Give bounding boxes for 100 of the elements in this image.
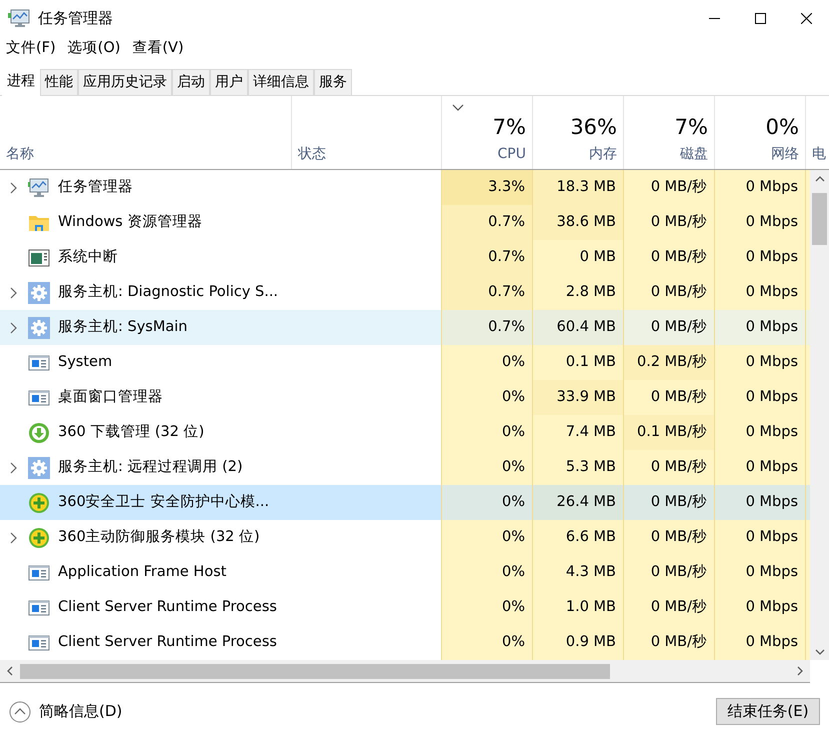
monitor-icon [28,176,50,198]
metric-cell: 0.7% [441,275,532,310]
metric-cell: 0 Mbps [714,625,805,660]
column-header[interactable]: 0% 网络 [714,96,805,169]
column-label: 状态 [298,145,326,164]
process-row[interactable]: Windows 资源管理器 0.7% 38.6 MB 0 MB/秒 0 Mbps [0,205,810,240]
process-name: 360主动防御服务模块 (32 位) [58,528,260,547]
metric-cell: 0 Mbps [714,310,805,345]
column-header[interactable]: 名称 [0,96,291,169]
metric-cell: 0 MB/秒 [623,555,714,590]
column-total: 7% [492,114,526,140]
metric-cell: 0 MB/秒 [623,310,714,345]
column-header[interactable]: 7% 磁盘 [623,96,714,169]
scrollbar-thumb[interactable] [812,193,827,245]
process-name: 服务主机: Diagnostic Policy S... [58,282,278,302]
process-row[interactable]: Client Server Runtime Process 0% 1.0 MB 0 MB/秒 0 Mbps [0,590,810,625]
horizontal-scrollbar[interactable] [0,660,810,683]
process-row[interactable]: Application Frame Host 0% 4.3 MB 0 MB/秒 0 Mbps [0,555,810,590]
process-row[interactable]: 360安全卫士 安全防护中心模... 0% 26.4 MB 0 MB/秒 0 Mbps [0,485,810,520]
process-name: 360安全卫士 安全防护中心模... [58,492,270,512]
metric-cell: 7.4 MB [532,415,623,450]
tab[interactable]: 性能 [40,69,78,95]
plus-circle-icon [28,526,50,548]
metric-cell: 0 Mbps [714,590,805,625]
metric-cell: 0% [441,485,532,520]
tab[interactable]: 用户 [210,69,248,95]
metric-cell: 1.0 MB [532,590,623,625]
metric-cell: 0.1 MB [532,345,623,380]
metric-cell: 0.1 MB/秒 [623,415,714,450]
metric-cell: 0% [441,415,532,450]
window-icon [28,246,50,268]
process-row[interactable]: 360 下载管理 (32 位) 0% 7.4 MB 0.1 MB/秒 0 Mbps [0,415,810,450]
metric-cell: 0% [441,625,532,660]
column-total: 36% [570,114,617,140]
left-chevron-icon [7,666,13,676]
metric-cell: 0 Mbps [714,380,805,415]
metric-cell: 0 Mbps [714,555,805,590]
process-name: Windows 资源管理器 [58,212,202,232]
metric-cell: 18.3 MB [532,170,623,205]
process-row[interactable]: System 0% 0.1 MB 0.2 MB/秒 0 Mbps [0,345,810,380]
metric-cell: 0 MB/秒 [623,240,714,275]
process-name: Client Server Runtime Process [58,632,277,652]
metric-cell: 0% [441,380,532,415]
scrollbar-thumb[interactable] [20,664,610,679]
end-task-button[interactable]: 结束任务(E) [716,698,820,725]
metric-cell: 4.3 MB [532,555,623,590]
gear-icon [28,316,50,338]
process-name: 任务管理器 [58,178,133,197]
metric-cell: 0 Mbps [714,415,805,450]
metric-cell: 0 MB/秒 [623,205,714,240]
metric-cell: 0 MB [532,240,623,275]
toggle-label: 简略信息(D) [39,701,122,722]
tab[interactable]: 应用历史记录 [78,69,172,95]
details-toggle[interactable]: 简略信息(D) [9,700,122,723]
expand-chevron-icon[interactable] [10,182,18,194]
tab[interactable]: 启动 [172,69,210,95]
tab[interactable]: 详细信息 [248,69,314,95]
column-header[interactable]: 电 [805,96,829,169]
process-row[interactable]: 服务主机: Diagnostic Policy S... 0.7% 2.8 MB 0 MB/秒 0 Mbps [0,275,810,310]
expand-chevron-icon[interactable] [10,322,18,334]
metric-cell: 0 Mbps [714,450,805,485]
column-header[interactable]: 36% 内存 [532,96,623,169]
metric-cell: 3.3% [441,170,532,205]
process-row[interactable]: 服务主机: 远程过程调用 (2) 0% 5.3 MB 0 MB/秒 0 Mbps [0,450,810,485]
expand-chevron-icon[interactable] [10,286,18,298]
column-header[interactable]: 状态 [291,96,441,169]
vertical-scrollbar[interactable] [810,170,829,660]
process-row[interactable]: 360主动防御服务模块 (32 位) 0% 6.6 MB 0 MB/秒 0 Mbps [0,520,810,555]
gear-icon [28,282,50,304]
menu-item[interactable]: 查看(V) [126,38,190,60]
column-header[interactable]: 7% CPU [441,96,532,169]
process-row[interactable]: 任务管理器 3.3% 18.3 MB 0 MB/秒 0 Mbps [0,170,810,205]
metric-cell: 0.2 MB/秒 [623,345,714,380]
metric-cell: 0 MB/秒 [623,450,714,485]
metric-cell: 0.7% [441,240,532,275]
column-label: CPU [498,145,526,164]
up-chevron-icon [814,176,824,182]
column-label: 网络 [771,145,799,164]
process-row[interactable]: 桌面窗口管理器 0% 33.9 MB 0 MB/秒 0 Mbps [0,380,810,415]
column-total: 0% [766,114,799,140]
expand-chevron-icon[interactable] [10,532,18,544]
process-row[interactable]: 系统中断 0.7% 0 MB 0 MB/秒 0 Mbps [0,240,810,275]
metric-cell: 33.9 MB [532,380,623,415]
process-row[interactable]: Client Server Runtime Process 0% 0.9 MB 0 MB/秒 0 Mbps [0,625,810,660]
menu-item[interactable]: 文件(F) [0,38,62,60]
expand-chevron-icon[interactable] [10,462,18,474]
metric-cell: 0 Mbps [714,345,805,380]
metric-cell: 0 MB/秒 [623,520,714,555]
metric-cell: 0 Mbps [714,275,805,310]
metric-cell: 5.3 MB [532,450,623,485]
metric-cell: 0 Mbps [714,520,805,555]
process-name: 系统中断 [58,248,118,267]
tab[interactable]: 服务 [314,69,352,95]
column-total: 7% [674,114,708,140]
close-icon [800,12,812,24]
menu-item[interactable]: 选项(O) [62,38,126,60]
download-icon [28,422,50,444]
process-name: System [58,352,112,372]
metric-cell: 38.6 MB [532,205,623,240]
process-row[interactable]: 服务主机: SysMain 0.7% 60.4 MB 0 MB/秒 0 Mbps [0,310,810,345]
